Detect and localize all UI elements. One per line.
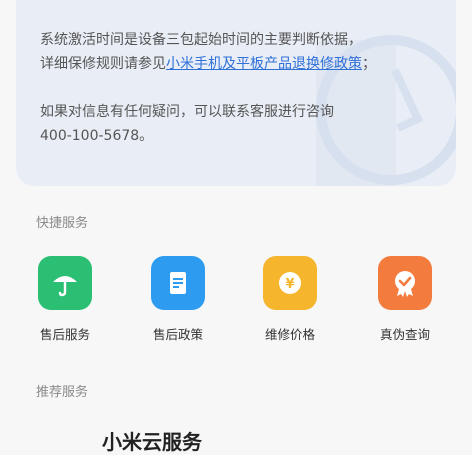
service-phone: 400-100-5678。 <box>40 128 154 144</box>
document-icon <box>151 256 205 310</box>
badge-check-icon <box>378 256 432 310</box>
info-paragraph-contact: 如果对信息有任何疑问，可以联系客服进行咨询 400-100-5678。 <box>40 104 334 144</box>
quick-item-label: 维修价格 <box>264 327 315 342</box>
info-card: … 系统激活时间是设备三包起始时间的主要判断依据， 详细保修规则请参见小米手机及… <box>16 0 456 186</box>
quick-item-repair-price[interactable]: ¥ 维修价格 <box>240 256 340 343</box>
umbrella-icon <box>38 256 92 310</box>
quick-item-after-sales-policy[interactable]: 售后政策 <box>128 256 228 343</box>
quick-item-authenticity-check[interactable]: 真伪查询 <box>355 256 455 343</box>
section-title-quick-services: 快捷服务 <box>36 216 89 231</box>
quick-item-after-sales[interactable]: 售后服务 <box>15 256 115 343</box>
quick-item-label: 真伪查询 <box>379 327 430 342</box>
quick-item-label: 售后服务 <box>39 327 90 342</box>
section-title-recommended-services: 推荐服务 <box>36 385 89 400</box>
svg-text:¥: ¥ <box>285 277 294 292</box>
yen-coin-icon: ¥ <box>263 256 317 310</box>
recommended-item-title[interactable]: 小米云服务 <box>102 426 202 455</box>
info-paragraph-warranty: 系统激活时间是设备三包起始时间的主要判断依据， 详细保修规则请参见小米手机及平板… <box>40 32 376 72</box>
quick-services-grid: 售后服务 售后政策 ¥ 维修价格 真伪查询 <box>0 256 472 356</box>
warranty-policy-link[interactable]: 小米手机及平板产品退换修政策 <box>166 56 362 72</box>
quick-item-label: 售后政策 <box>152 327 203 342</box>
